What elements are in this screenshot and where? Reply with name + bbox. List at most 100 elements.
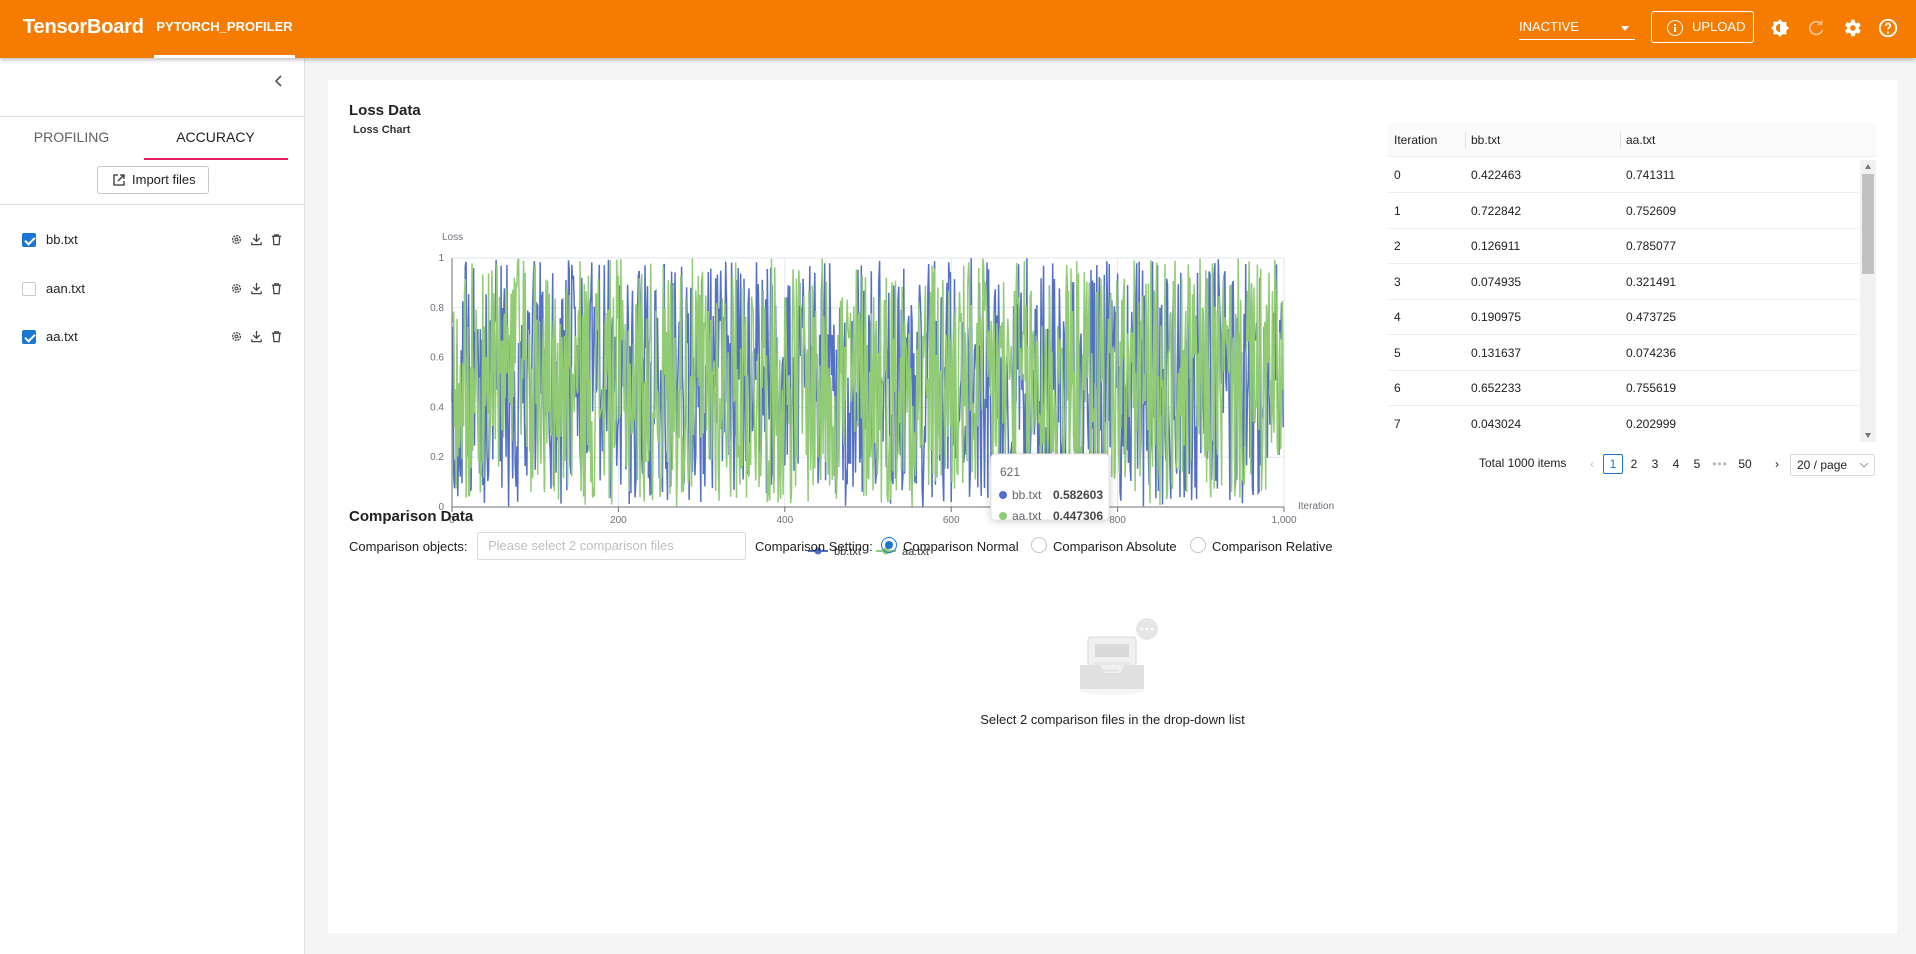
help-icon[interactable] xyxy=(1877,17,1899,39)
page-2[interactable]: 2 xyxy=(1624,454,1644,474)
table-scrollbar[interactable] xyxy=(1860,160,1876,442)
x-tick-label: 200 xyxy=(610,515,627,526)
comparison-data-title: Comparison Data xyxy=(349,508,474,525)
scroll-up-icon[interactable] xyxy=(1865,164,1871,169)
file-checkbox[interactable] xyxy=(22,282,36,296)
theme-icon[interactable] xyxy=(1769,17,1791,39)
prev-page-icon[interactable]: ‹ xyxy=(1582,454,1602,474)
import-files-label: Import files xyxy=(132,172,196,187)
chart-tooltip: 621 bb.txt 0.582603 aa.txt 0.447306 xyxy=(990,453,1110,523)
column-header[interactable]: Iteration xyxy=(1394,123,1437,157)
trash-icon[interactable] xyxy=(270,330,283,343)
loss-chart-title: Loss Chart xyxy=(353,124,411,136)
gear-icon[interactable] xyxy=(230,233,243,246)
table-row: 6 0.652233 0.755619 xyxy=(1388,371,1859,406)
table-cell: 0 xyxy=(1394,168,1401,182)
comparison-setting-label: Comparison Setting: xyxy=(755,539,873,554)
radio-comparison-relative[interactable] xyxy=(1190,537,1206,553)
page-4[interactable]: 4 xyxy=(1666,454,1686,474)
file-name: aa.txt xyxy=(46,329,78,344)
x-tick-label: 600 xyxy=(943,515,960,526)
divider xyxy=(0,204,305,205)
more-pages-icon[interactable]: ••• xyxy=(1710,454,1730,474)
upload-button[interactable]: UPLOAD xyxy=(1651,11,1754,43)
table-cell: 0.202999 xyxy=(1626,416,1677,431)
table-cell: 0.126911 xyxy=(1471,239,1521,253)
radio-label[interactable]: Comparison Absolute xyxy=(1053,539,1177,554)
scroll-thumb[interactable] xyxy=(1862,174,1874,274)
table-cell: 3 xyxy=(1394,274,1401,289)
table-cell: 4 xyxy=(1394,310,1401,324)
scroll-down-icon[interactable] xyxy=(1865,433,1871,438)
y-tick-label: 0.2 xyxy=(430,452,444,463)
table-cell: 0.722842 xyxy=(1471,203,1522,218)
column-header[interactable]: aa.txt xyxy=(1626,123,1655,157)
table-cell: 0.190975 xyxy=(1471,310,1522,324)
loss-chart[interactable]: 00.20.40.60.810 200 400 600 800 1,000 Loss It… xyxy=(328,140,1368,560)
file-name: bb.txt xyxy=(46,232,78,247)
tab-profiling[interactable]: PROFILING xyxy=(0,128,143,164)
page-size-value: 20 / page xyxy=(1797,458,1848,472)
trash-icon[interactable] xyxy=(270,233,283,246)
table-row: 0 0.422463 0.741311 xyxy=(1388,158,1859,193)
table-cell: 0.752609 xyxy=(1626,203,1677,218)
column-header[interactable]: bb.txt xyxy=(1471,123,1500,157)
x-tick-label: 400 xyxy=(776,515,793,526)
table-row: 5 0.131637 0.074236 xyxy=(1388,336,1859,371)
radio-comparison-normal[interactable] xyxy=(881,537,897,553)
comparison-objects-select[interactable]: Please select 2 comparison files xyxy=(477,532,746,560)
y-tick-label: 0.8 xyxy=(430,303,444,314)
import-files-button[interactable]: Import files xyxy=(97,166,209,194)
refresh-icon[interactable] xyxy=(1805,17,1827,39)
file-item: aan.txt xyxy=(0,277,305,301)
loss-data-title: Loss Data xyxy=(349,102,421,119)
file-item: aa.txt xyxy=(0,325,305,349)
download-icon[interactable] xyxy=(250,330,263,343)
tooltip-aa-marker xyxy=(999,512,1007,520)
page-50[interactable]: 50 xyxy=(1733,454,1757,474)
radio-comparison-absolute[interactable] xyxy=(1031,537,1047,553)
table-cell: 0.422463 xyxy=(1471,168,1522,182)
x-axis-label: Iteration xyxy=(1298,501,1334,512)
tooltip-bb-value: 0.582603 xyxy=(1053,488,1103,502)
chart-lines xyxy=(451,258,1284,507)
tab-pytorch-profiler[interactable]: PYTORCH_PROFILER xyxy=(154,0,295,58)
chevron-down-icon xyxy=(1860,463,1868,468)
table-cell: 0.043024 xyxy=(1471,416,1522,431)
table-row: 2 0.126911 0.785077 xyxy=(1388,229,1859,264)
file-item: bb.txt xyxy=(0,228,305,252)
chevron-down-icon xyxy=(1621,26,1629,31)
run-select[interactable]: INACTIVE xyxy=(1519,16,1635,40)
tooltip-aa-value: 0.447306 xyxy=(1053,509,1103,523)
page-5[interactable]: 5 xyxy=(1687,454,1707,474)
table-cell: 0.074236 xyxy=(1626,345,1677,360)
settings-icon[interactable] xyxy=(1841,17,1863,39)
table-row: 4 0.190975 0.473725 xyxy=(1388,300,1859,335)
file-checkbox[interactable] xyxy=(22,233,36,247)
next-page-icon[interactable]: › xyxy=(1767,454,1787,474)
file-name: aan.txt xyxy=(46,281,86,296)
top-app-bar: TensorBoard PYTORCH_PROFILER INACTIVE UP… xyxy=(0,0,1916,58)
table-cell: 0.652233 xyxy=(1471,381,1522,395)
table-cell: 1 xyxy=(1394,203,1401,218)
trash-icon[interactable] xyxy=(270,282,283,295)
run-select-value: INACTIVE xyxy=(1519,19,1579,34)
table-cell: 2 xyxy=(1394,239,1401,253)
radio-label[interactable]: Comparison Relative xyxy=(1212,539,1333,554)
gear-icon[interactable] xyxy=(230,330,243,343)
page-size-select[interactable]: 20 / page xyxy=(1790,454,1875,476)
download-icon[interactable] xyxy=(250,282,263,295)
radio-label[interactable]: Comparison Normal xyxy=(903,539,1019,554)
page-1[interactable]: 1 xyxy=(1603,454,1623,474)
upload-label: UPLOAD xyxy=(1692,19,1746,34)
download-icon[interactable] xyxy=(250,233,263,246)
table-cell: 0.741311 xyxy=(1626,168,1676,182)
tooltip-x: 621 xyxy=(1000,465,1020,479)
info-icon xyxy=(1667,20,1683,36)
table-cell: 0.473725 xyxy=(1626,310,1677,324)
table-row: 3 0.074935 0.321491 xyxy=(1388,265,1859,300)
page-3[interactable]: 3 xyxy=(1645,454,1665,474)
gear-icon[interactable] xyxy=(230,282,243,295)
chevron-left-icon[interactable] xyxy=(272,74,286,88)
file-checkbox[interactable] xyxy=(22,330,36,344)
